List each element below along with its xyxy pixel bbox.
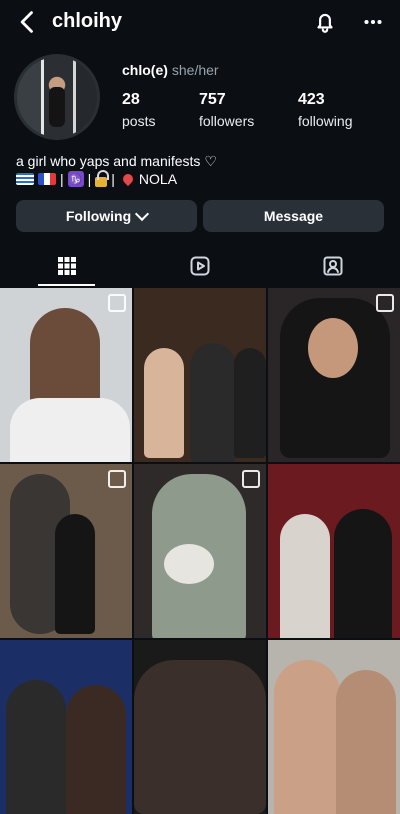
photo-subject [280, 514, 330, 638]
message-label: Message [263, 208, 324, 224]
avatar-image [17, 57, 97, 137]
back-arrow-icon[interactable] [14, 8, 42, 36]
stat-value: 28 [122, 91, 140, 108]
multiple-photos-icon [108, 470, 126, 488]
following-button[interactable]: Following [16, 200, 197, 232]
photo-face [308, 318, 358, 378]
photo-subject [234, 348, 266, 458]
following-label: Following [65, 208, 132, 224]
stat-value: 757 [199, 91, 226, 108]
photo-subject [144, 348, 184, 458]
profile-screen: chloihy chlo(e) she/her 28 posts 757 foll… [0, 0, 400, 814]
tab-tagged[interactable] [266, 246, 399, 286]
post-tile[interactable] [268, 464, 400, 638]
more-options-icon[interactable] [360, 9, 386, 35]
photo-subject [334, 509, 392, 638]
reels-icon [190, 256, 209, 276]
posts-grid [0, 288, 400, 814]
greece-flag-icon [16, 173, 34, 185]
chevron-down-icon [135, 206, 150, 222]
photo-subject [66, 685, 126, 814]
post-tile[interactable] [0, 640, 132, 814]
grid-icon [57, 257, 76, 275]
post-tile[interactable] [0, 288, 132, 462]
post-tile[interactable] [134, 288, 266, 462]
post-tile[interactable] [0, 464, 132, 638]
photo-subject [55, 514, 95, 634]
stat-label: followers [199, 113, 255, 129]
tagged-icon [323, 256, 342, 276]
multiple-photos-icon [242, 470, 260, 488]
photo-subject [274, 660, 340, 814]
bio-location: NOLA [138, 171, 178, 187]
stat-followers[interactable]: 757 followers [199, 91, 254, 129]
post-tile[interactable] [134, 640, 266, 814]
tab-reels[interactable] [133, 246, 266, 286]
notifications-bell-icon[interactable] [312, 9, 338, 35]
top-bar: chloihy [0, 0, 400, 44]
message-button[interactable]: Message [203, 200, 384, 232]
stat-label: posts [122, 113, 156, 129]
photo-subject [134, 660, 266, 814]
bio-separator: | [111, 171, 115, 187]
bio-line-2: | ♑ | | NOLA [16, 170, 178, 187]
stat-label: following [298, 113, 353, 129]
tab-grid[interactable] [0, 246, 133, 286]
display-name: chlo(e) [122, 62, 168, 78]
photo-subject [190, 343, 236, 462]
france-flag-icon [38, 173, 56, 185]
bio-line-1: a girl who yaps and manifests ♡ [16, 153, 217, 169]
stat-value: 423 [298, 91, 325, 108]
bio-separator: | [87, 171, 92, 187]
post-tile[interactable] [134, 464, 266, 638]
photo-subject [336, 670, 396, 814]
lock-icon [95, 170, 110, 187]
multiple-photos-icon [108, 294, 126, 312]
photo-flowers [164, 544, 214, 584]
photo-shirt [10, 398, 130, 462]
photo-subject [6, 680, 66, 814]
bio-separator: | [60, 171, 64, 187]
stat-posts[interactable]: 28 posts [122, 91, 155, 129]
avatar[interactable] [14, 54, 100, 140]
post-tile[interactable] [268, 640, 400, 814]
stat-following[interactable]: 423 following [298, 91, 352, 129]
capricorn-icon: ♑ [67, 171, 84, 187]
location-pin-icon [120, 171, 135, 187]
pronouns: she/her [171, 62, 219, 78]
profile-username: chloihy [52, 10, 123, 32]
profile-tabs [0, 246, 400, 286]
multiple-photos-icon [376, 294, 394, 312]
display-name-row: chlo(e) she/her [122, 62, 219, 78]
post-tile[interactable] [268, 288, 400, 462]
